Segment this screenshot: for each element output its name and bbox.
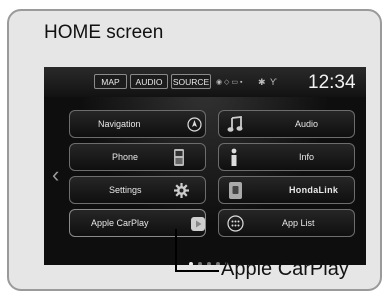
phone-icon xyxy=(174,149,184,166)
bluetooth-icon: ✱ xyxy=(258,77,266,87)
menu-item-label: HondaLink xyxy=(289,185,339,195)
clock: 12:34 xyxy=(308,72,356,93)
menu-item-label: Phone xyxy=(112,152,139,162)
menu-item-label: App List xyxy=(282,218,315,228)
menu-item-app-list[interactable]: App List xyxy=(218,209,355,237)
menu-item-hondalink[interactable]: HondaLink xyxy=(218,176,355,204)
menu-item-info[interactable]: Info xyxy=(218,143,355,171)
callout-label: Apple CarPlay xyxy=(221,258,349,280)
music-note-icon xyxy=(227,116,243,132)
menu-item-phone[interactable]: Phone xyxy=(69,143,206,171)
carplay-icon xyxy=(191,217,205,231)
chevron-left-icon[interactable]: ‹ xyxy=(52,162,59,188)
page-dot xyxy=(216,262,220,265)
audio-button[interactable]: AUDIO xyxy=(130,74,168,89)
page-dot xyxy=(198,262,202,265)
map-button[interactable]: MAP xyxy=(94,74,127,89)
signal-icon: Ƴ xyxy=(270,77,277,87)
status-icons: ◉ ◇ ▭ ▪ xyxy=(216,79,243,86)
navigation-compass-icon xyxy=(187,117,202,132)
menu-item-navigation[interactable]: Navigation xyxy=(69,110,206,138)
gear-icon xyxy=(174,183,189,198)
header-bar: MAP AUDIO SOURCE ◉ ◇ ▭ ▪ ✱ Ƴ 12:34 xyxy=(44,67,366,97)
app-list-icon xyxy=(227,215,244,232)
info-icon xyxy=(231,148,237,166)
menu-item-label: Navigation xyxy=(98,119,141,129)
callout-leader-line xyxy=(175,229,177,271)
page-dot-active xyxy=(189,262,193,265)
menu-item-label: Audio xyxy=(295,119,319,129)
source-button[interactable]: SOURCE xyxy=(171,74,211,89)
hondalink-icon xyxy=(229,182,242,199)
menu-item-label: Apple CarPlay xyxy=(91,218,149,228)
menu-item-audio[interactable]: Audio xyxy=(218,110,355,138)
page-dot xyxy=(207,262,211,265)
menu-item-label: Info xyxy=(299,152,315,162)
callout-leader-line xyxy=(175,270,219,272)
menu-item-settings[interactable]: Settings xyxy=(69,176,206,204)
page-title: HOME screen xyxy=(44,22,164,43)
menu-item-apple-carplay[interactable]: Apple CarPlay xyxy=(69,209,206,237)
menu-item-label: Settings xyxy=(109,185,142,195)
home-screen-display: MAP AUDIO SOURCE ◉ ◇ ▭ ▪ ✱ Ƴ 12:34 ‹ Nav… xyxy=(44,67,366,265)
